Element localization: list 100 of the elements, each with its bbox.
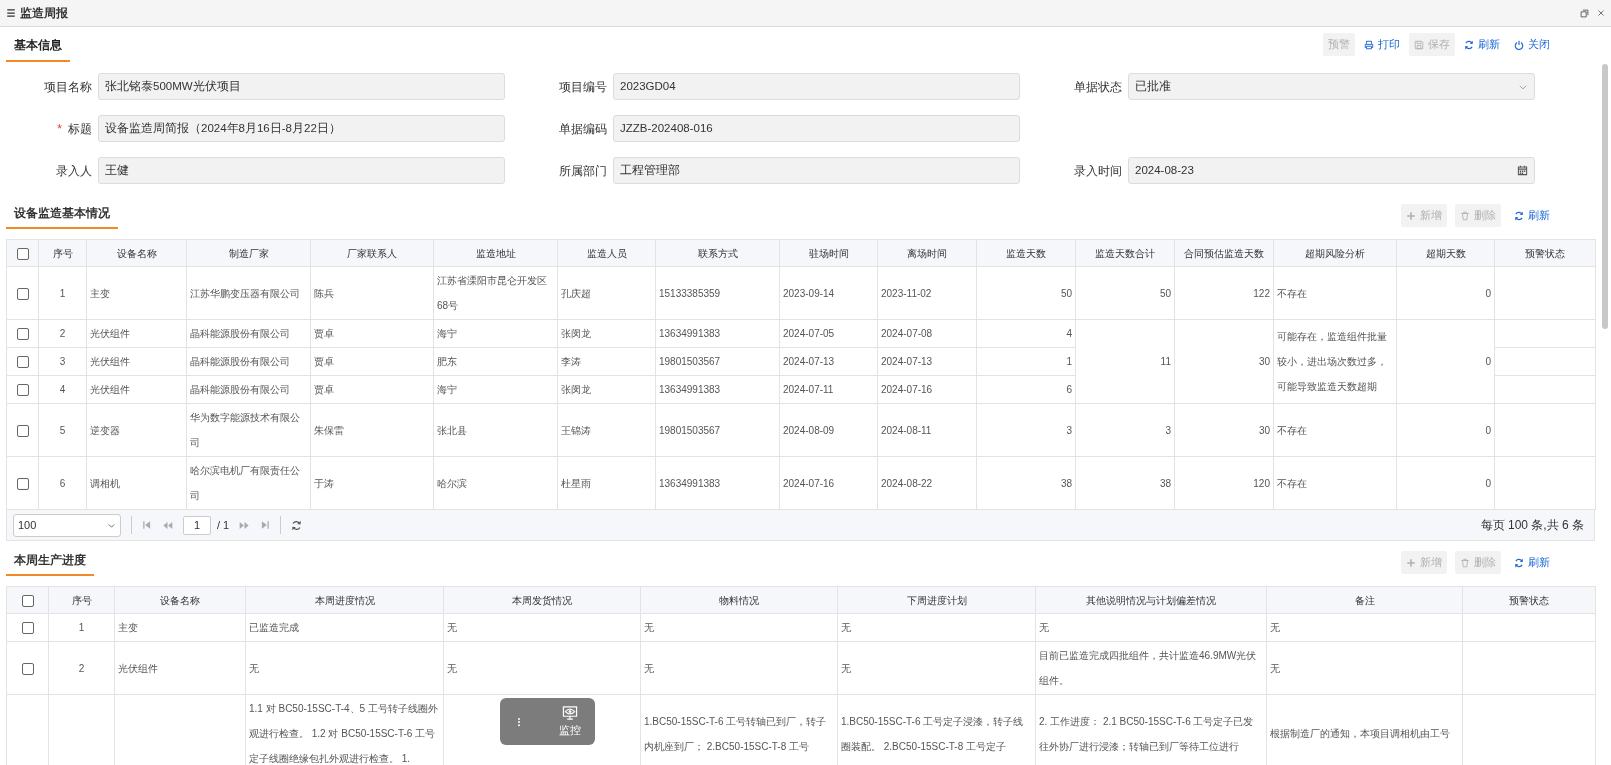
checkbox[interactable] [16, 247, 29, 260]
section-title: 本周生产进度 [6, 551, 94, 576]
table-cell: 孔庆超 [557, 266, 656, 320]
table-cell: 贾卓 [310, 375, 434, 404]
table-cell: 江苏省溧阳市昆仑开发区68号 [433, 266, 558, 320]
column-header[interactable]: 备注 [1266, 586, 1463, 614]
table-cell: 贾卓 [310, 319, 434, 348]
checkbox[interactable] [16, 477, 29, 490]
column-header[interactable]: 序号 [38, 239, 87, 267]
table-cell: 华为数字能源技术有限公司 [186, 403, 311, 457]
checkbox[interactable] [16, 384, 29, 397]
select-field[interactable]: 已批准 [1128, 73, 1535, 100]
table-cell: 无 [245, 641, 444, 695]
date-field[interactable]: 2024-08-23 [1128, 157, 1535, 184]
table-cell: 张闵龙 [557, 375, 656, 404]
table-cell: 120 [1174, 456, 1274, 510]
plus-icon [1406, 557, 1416, 568]
table-cell: 0 [1396, 456, 1495, 510]
column-header[interactable]: 本周进度情况 [245, 586, 444, 614]
reload-icon[interactable] [291, 519, 303, 531]
table-cell: 2024-08-11 [877, 403, 977, 457]
input-field[interactable]: 张北铭泰500MW光伏项目 [98, 73, 505, 100]
tab[interactable]: 基本信息 [6, 29, 70, 62]
column-header[interactable]: 制造厂家 [186, 239, 311, 267]
table-cell: 38 [976, 456, 1076, 510]
input-field[interactable]: 2023GD04 [613, 73, 1020, 100]
close-button[interactable]: 关闭 [1509, 33, 1555, 56]
input-field[interactable]: JZZB-202408-016 [613, 115, 1020, 142]
required-mark: * [57, 120, 62, 138]
column-header[interactable]: 物料情况 [640, 586, 838, 614]
column-header[interactable]: 预警状态 [1462, 586, 1596, 614]
column-header[interactable]: 监造天数合计 [1075, 239, 1175, 267]
column-header[interactable]: 序号 [48, 586, 115, 614]
field-label: 标题 [68, 120, 92, 138]
table-cell: 2024-07-11 [779, 375, 878, 404]
input-field[interactable]: 设备监造周简报（2024年8月16日-8月22日） [98, 115, 505, 142]
table-cell: 无 [837, 641, 1036, 695]
checkbox[interactable] [21, 594, 34, 607]
page-size-select[interactable]: 100 [13, 513, 121, 537]
field-label: 录入人 [56, 162, 92, 180]
table-cell: 122 [1174, 266, 1274, 320]
column-header[interactable]: 设备名称 [114, 586, 246, 614]
pagination-summary: 每页 100 条,共 6 条 [1480, 517, 1585, 534]
column-header[interactable]: 驻场时间 [779, 239, 878, 267]
monitor-button[interactable]: 监控 [559, 704, 581, 739]
table-cell: 6 [38, 456, 87, 510]
table-cell: 2024-07-13 [779, 347, 878, 376]
column-header[interactable]: 超期天数 [1396, 239, 1495, 267]
input-field[interactable]: 工程管理部 [613, 157, 1020, 184]
table-cell: 陈兵 [310, 266, 434, 320]
column-header[interactable]: 预警状态 [1494, 239, 1596, 267]
table-cell: 2023-11-02 [877, 266, 977, 320]
refresh-button[interactable]: 刷新 [1509, 551, 1555, 574]
checkbox[interactable] [16, 328, 29, 341]
column-header[interactable]: 其他说明情况与计划偏差情况 [1035, 586, 1267, 614]
table-cell: 19801503567 [655, 403, 780, 457]
column-header[interactable]: 监造天数 [976, 239, 1076, 267]
table-cell: 13634991383 [655, 375, 780, 404]
page-input[interactable]: 1 [183, 515, 211, 535]
column-header[interactable]: 合同预估监造天数 [1174, 239, 1274, 267]
column-header[interactable]: 下周进度计划 [837, 586, 1036, 614]
field-label: 项目编号 [559, 78, 607, 96]
table-cell: 2024-07-13 [877, 347, 977, 376]
menu-icon[interactable] [6, 8, 16, 18]
table-cell: 无 [837, 613, 1036, 642]
column-header[interactable]: 本周发货情况 [443, 586, 641, 614]
checkbox[interactable] [16, 424, 29, 437]
table-cell: 光伏组件 [86, 347, 187, 376]
column-header[interactable]: 监造地址 [433, 239, 558, 267]
checkbox[interactable] [16, 287, 29, 300]
section-title: 设备监造基本情况 [6, 204, 118, 229]
refresh-button[interactable]: 刷新 [1509, 204, 1555, 227]
table-cell: 11 [1075, 319, 1175, 404]
table-cell: 无 [443, 613, 641, 642]
column-header[interactable]: 超期风险分析 [1273, 239, 1397, 267]
table-cell: 无 [1266, 641, 1463, 695]
checkbox[interactable] [16, 356, 29, 369]
scrollbar-thumb[interactable] [1602, 64, 1608, 329]
refresh-button[interactable]: 刷新 [1459, 33, 1505, 56]
checkbox[interactable] [21, 662, 34, 675]
table-cell: 光伏组件 [86, 375, 187, 404]
table-cell: 3 [1075, 403, 1175, 457]
print-button[interactable]: 打印 [1359, 33, 1405, 56]
checkbox[interactable] [21, 622, 34, 635]
page-total: / 1 [217, 517, 230, 533]
column-header[interactable]: 厂家联系人 [310, 239, 434, 267]
close-icon[interactable] [1597, 9, 1605, 17]
column-header[interactable]: 设备名称 [86, 239, 187, 267]
table-cell: 杜星雨 [557, 456, 656, 510]
table-cell: 晶科能源股份有限公司 [186, 319, 311, 348]
table-cell: 4 [38, 375, 87, 404]
refresh-icon [1464, 39, 1474, 50]
restore-icon[interactable] [1580, 8, 1589, 18]
table-cell: 2 [48, 641, 115, 695]
window-title: 监造周报 [20, 5, 68, 22]
input-field[interactable]: 王健 [98, 157, 505, 184]
column-header[interactable]: 联系方式 [655, 239, 780, 267]
save-icon [1414, 39, 1424, 50]
column-header[interactable]: 离场时间 [877, 239, 977, 267]
column-header[interactable]: 监造人员 [557, 239, 656, 267]
